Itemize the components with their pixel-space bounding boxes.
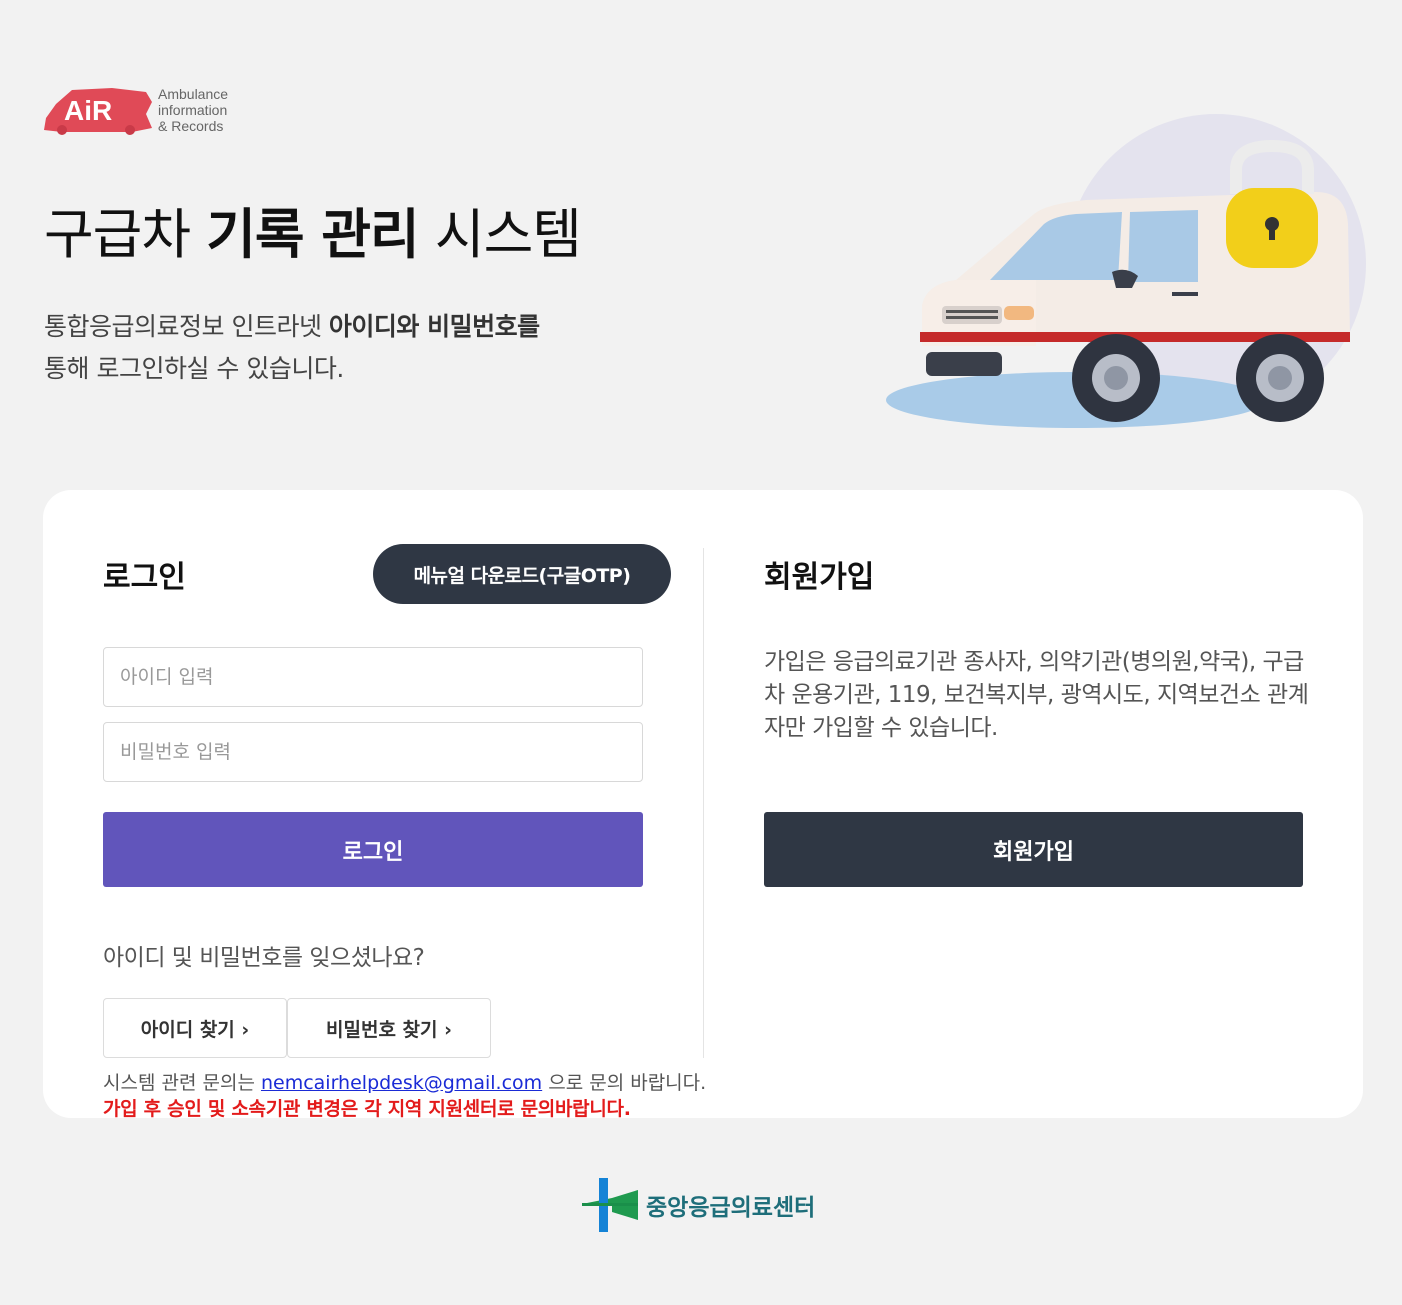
id-input[interactable] [103,647,643,707]
signup-description: 가입은 응급의료기관 종사자, 의약기관(병의원,약국), 구급차 운용기관, … [764,649,1309,741]
air-logo-mark: AiR [44,88,152,135]
signup-heading: 회원가입 [764,560,875,595]
page-subtitle: 통합응급의료정보 인트라넷 아이디와 비밀번호를 통해 로그인하실 수 있습니다… [44,312,540,383]
password-input[interactable] [103,722,643,782]
find-password-button[interactable]: 비밀번호 찾기 › [287,998,491,1058]
logo-line-3: & Records [158,118,224,134]
login-card: 로그인 메뉴얼 다운로드(구글OTP) 로그인 아이디 및 비밀번호를 잊으셨나… [43,490,1363,1120]
contact-text: 시스템 관련 문의는 nemcairhelpdesk@gmail.com 으로 … [103,1072,707,1094]
logo-caption: Ambulance information & Records [158,86,228,134]
medical-center-emblem-icon [582,1178,638,1232]
signup-button[interactable]: 회원가입 [764,812,1303,887]
svg-text:AiR: AiR [64,95,112,126]
forgot-credentials-text: 아이디 및 비밀번호를 잊으셨나요? [103,945,425,971]
ambulance-lock-illustration [886,114,1366,428]
medical-center-logo: 중앙응급의료센터 [582,1174,842,1234]
air-logo: AiR Ambulance information & Records [42,84,252,140]
find-id-button[interactable]: 아이디 찾기 › [103,998,287,1058]
login-heading: 로그인 [103,560,186,595]
footer-org-name: 중앙응급의료센터 [646,1195,816,1221]
card-divider [703,548,704,1058]
login-button[interactable]: 로그인 [103,812,643,887]
approval-notice: 가입 후 승인 및 소속기관 변경은 각 지역 지원센터로 문의바랍니다. [103,1098,631,1120]
page-title: 구급차 기록 관리 시스템 [44,203,582,266]
logo-line-1: Ambulance [158,86,229,102]
logo-line-2: information [158,102,228,118]
helpdesk-email-link[interactable]: nemcairhelpdesk@gmail.com [261,1072,542,1094]
manual-download-button[interactable]: 메뉴얼 다운로드(구글OTP) [373,544,671,604]
